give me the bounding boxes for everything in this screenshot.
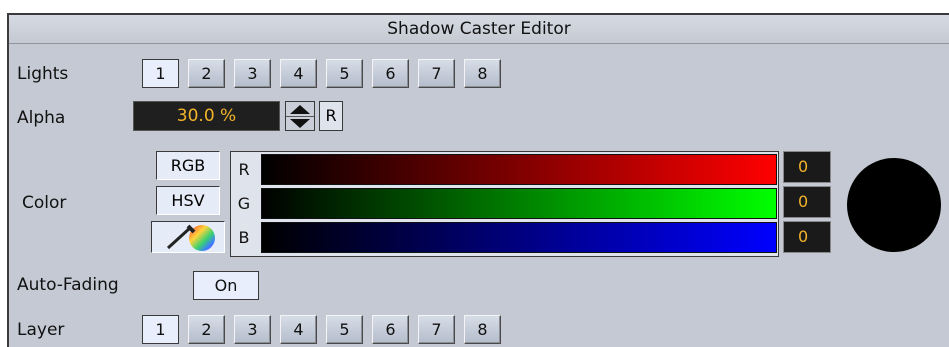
auto-fading-label: Auto-Fading xyxy=(17,275,119,295)
arrow-down-icon xyxy=(290,118,310,128)
rgb-mode-button[interactable]: RGB xyxy=(156,151,220,180)
layer-button-3[interactable]: 3 xyxy=(234,315,271,344)
blue-channel-slider[interactable] xyxy=(261,222,777,253)
shadow-caster-editor-panel: Shadow Caster Editor Lights Alpha 30.0 %… xyxy=(7,13,949,347)
layer-button-1[interactable]: 1 xyxy=(142,315,179,344)
red-value-field[interactable]: 0 xyxy=(783,151,831,183)
alpha-value-field[interactable]: 30.0 % xyxy=(133,101,280,131)
lights-label: Lights xyxy=(17,64,69,84)
layer-button-5[interactable]: 5 xyxy=(326,315,363,344)
light-button-3[interactable]: 3 xyxy=(234,59,271,88)
layer-button-2[interactable]: 2 xyxy=(188,315,225,344)
red-channel-slider[interactable] xyxy=(261,154,777,185)
alpha-decrement-button[interactable] xyxy=(286,116,314,130)
light-button-5[interactable]: 5 xyxy=(326,59,363,88)
hsv-mode-button[interactable]: HSV xyxy=(156,186,220,215)
green-channel-slider[interactable] xyxy=(261,188,777,219)
light-button-8[interactable]: 8 xyxy=(464,59,501,88)
layer-label: Layer xyxy=(17,320,65,340)
blue-value-field[interactable]: 0 xyxy=(783,221,831,253)
eyedropper-color-wheel-icon xyxy=(166,224,215,251)
light-button-6[interactable]: 6 xyxy=(372,59,409,88)
alpha-increment-button[interactable] xyxy=(286,102,314,117)
layer-button-6[interactable]: 6 xyxy=(372,315,409,344)
layer-button-7[interactable]: 7 xyxy=(418,315,455,344)
light-button-7[interactable]: 7 xyxy=(418,59,455,88)
green-value-field[interactable]: 0 xyxy=(783,186,831,218)
color-label: Color xyxy=(22,193,67,213)
light-button-4[interactable]: 4 xyxy=(280,59,317,88)
channel-g-label: G xyxy=(237,194,251,213)
alpha-label: Alpha xyxy=(17,108,66,128)
arrow-up-icon xyxy=(290,104,310,114)
alpha-reset-button[interactable]: R xyxy=(319,101,343,131)
layer-button-8[interactable]: 8 xyxy=(464,315,501,344)
panel-title: Shadow Caster Editor xyxy=(9,13,949,44)
layer-button-4[interactable]: 4 xyxy=(280,315,317,344)
channel-b-label: B xyxy=(238,228,250,247)
auto-fading-toggle[interactable]: On xyxy=(193,271,259,300)
light-button-2[interactable]: 2 xyxy=(188,59,225,88)
color-preview-swatch xyxy=(847,158,941,252)
alpha-stepper[interactable] xyxy=(285,101,315,131)
color-channels-panel: R G B xyxy=(230,151,779,257)
color-picker-button[interactable] xyxy=(151,221,225,253)
light-button-1[interactable]: 1 xyxy=(142,59,179,88)
channel-r-label: R xyxy=(238,160,250,179)
